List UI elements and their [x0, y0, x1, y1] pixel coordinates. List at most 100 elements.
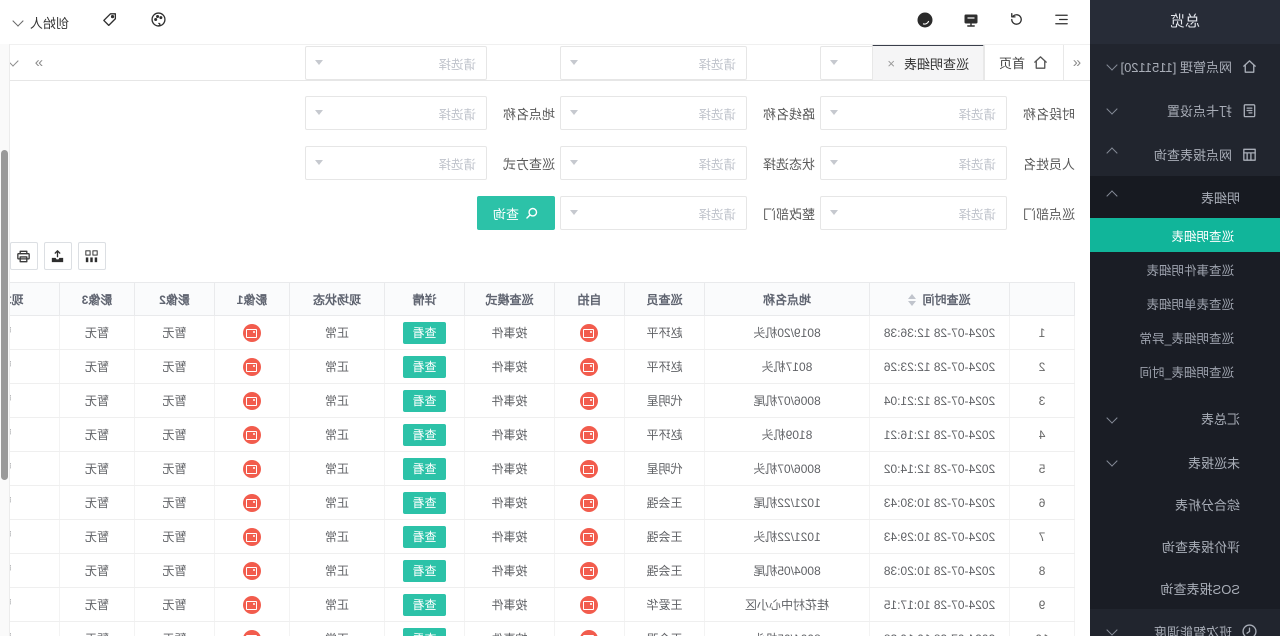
print-button[interactable] — [10, 242, 38, 270]
refresh-button[interactable] — [1008, 11, 1025, 33]
select-input[interactable]: 请选择 — [820, 96, 1007, 130]
image-badge-icon[interactable] — [581, 358, 599, 376]
sidebar-subitem-4[interactable]: 评价报表查询 — [1090, 525, 1280, 567]
sidebar-group-2[interactable]: 未巡报表 — [1090, 441, 1280, 483]
table-cell: 暂无 — [60, 452, 135, 486]
close-icon[interactable]: × — [887, 56, 895, 71]
table-cell: 8109机头 — [705, 418, 870, 452]
view-detail-button[interactable]: 查看 — [404, 458, 446, 480]
view-detail-button[interactable]: 查看 — [404, 356, 446, 378]
table-cell: 暂无 — [135, 588, 215, 622]
image-badge-icon[interactable] — [243, 630, 261, 636]
column-settings-button[interactable] — [78, 242, 106, 270]
sidebar-subitem-3[interactable]: 综合分析表 — [1090, 483, 1280, 525]
view-detail-button[interactable]: 查看 — [404, 594, 446, 616]
image-badge-icon[interactable] — [243, 358, 261, 376]
image-badge-icon[interactable] — [581, 596, 599, 614]
tag-button[interactable] — [101, 11, 118, 33]
sidebar-leaf-0-1[interactable]: 巡查事件明细表 — [1090, 252, 1280, 286]
table-cell: 查看 — [385, 316, 465, 350]
tab-home[interactable]: 首页 — [984, 44, 1064, 80]
sidebar-group-label: 未巡报表 — [1188, 453, 1240, 472]
table-cell: 按事件 — [465, 554, 555, 588]
table-cell: 暂无 — [60, 554, 135, 588]
view-detail-button[interactable]: 查看 — [404, 492, 446, 514]
table-cell: 2024-07-28 12:21:04 — [870, 384, 1010, 418]
image-badge-icon[interactable] — [243, 392, 261, 410]
field-label: 地点名称 — [487, 104, 555, 123]
image-badge-icon[interactable] — [243, 528, 261, 546]
view-detail-button[interactable]: 查看 — [404, 628, 446, 636]
palette-icon — [150, 11, 167, 28]
view-detail-button[interactable]: 查看 — [404, 526, 446, 548]
cell-img2: 暂无 — [163, 360, 187, 374]
content-scrollbar[interactable] — [0, 44, 10, 636]
image-badge-icon[interactable] — [243, 324, 261, 342]
tab-label: 巡查明细表 — [904, 54, 969, 73]
sidebar-subitem-5[interactable]: SOS报表查询 — [1090, 567, 1280, 609]
view-detail-button[interactable]: 查看 — [404, 560, 446, 582]
tabs-scroll-right-button[interactable]: » — [26, 44, 52, 80]
sidebar-leaf-0-0[interactable]: 巡查明细表 — [1090, 218, 1280, 252]
sidebar-group-1[interactable]: 汇总表 — [1090, 396, 1280, 441]
image-badge-icon[interactable] — [243, 562, 261, 580]
select-input[interactable]: 请选择 — [560, 146, 747, 180]
export-button[interactable] — [44, 242, 72, 270]
table-cell: 按事件 — [465, 350, 555, 384]
image-badge-icon[interactable] — [581, 392, 599, 410]
sidebar-subitem-label: SOS报表查询 — [1161, 579, 1240, 598]
table-cell: 查看 — [385, 418, 465, 452]
view-detail-button[interactable]: 查看 — [404, 322, 446, 344]
col-header-detail: 详情 — [385, 283, 465, 316]
tabs-scroll-left-button[interactable]: « — [1064, 44, 1090, 80]
image-badge-icon[interactable] — [581, 528, 599, 546]
view-detail-button[interactable]: 查看 — [404, 390, 446, 412]
clock-icon — [1241, 623, 1258, 636]
table-cell: 王会强 — [625, 554, 705, 588]
table-cell: 暂无 — [135, 418, 215, 452]
menu-fold-button[interactable] — [1053, 11, 1070, 33]
select-input[interactable]: 请选择 — [305, 96, 487, 130]
search-icon — [525, 206, 539, 220]
table-cell — [215, 452, 290, 486]
content-scrollbar-thumb[interactable] — [1, 150, 8, 480]
sidebar-group-0[interactable]: 明细表 — [1090, 176, 1280, 218]
sidebar-leaf-0-4[interactable]: 巡查明细表_时间 — [1090, 354, 1280, 388]
view-detail-button[interactable]: 查看 — [404, 424, 446, 446]
user-menu[interactable]: 创始人 — [14, 13, 69, 32]
table-cell: 暂无 — [60, 350, 135, 384]
select-input[interactable]: 请选择 — [820, 196, 1007, 230]
image-badge-icon[interactable] — [243, 596, 261, 614]
image-badge-icon[interactable] — [243, 494, 261, 512]
sidebar-leaf-0-3[interactable]: 巡查明细表_异常 — [1090, 320, 1280, 354]
select-input[interactable]: 请选择 — [305, 146, 487, 180]
table-cell: 暂无 — [60, 316, 135, 350]
sidebar-item-0[interactable]: 网点管理 [1151120] — [1090, 44, 1280, 88]
sidebar-item-2[interactable]: 网点报表查询 — [1090, 132, 1280, 176]
image-badge-icon[interactable] — [581, 494, 599, 512]
placeholder: 请选择 — [958, 204, 1006, 223]
moon-button[interactable] — [916, 11, 934, 34]
image-badge-icon[interactable] — [243, 460, 261, 478]
sort-icon[interactable] — [909, 294, 917, 306]
sidebar-item-3[interactable]: 班次智能调度 — [1090, 609, 1280, 636]
cell-status: 正常 — [325, 394, 349, 408]
image-badge-icon[interactable] — [581, 426, 599, 444]
table-cell: 8004/05机头 — [705, 622, 870, 636]
tab-patrol-detail[interactable]: 巡查明细表 × — [872, 44, 984, 80]
table-cell: 正常 — [290, 418, 385, 452]
cell-location: 1021/22机头 — [753, 530, 820, 544]
palette-button[interactable] — [150, 11, 167, 33]
image-badge-icon[interactable] — [581, 324, 599, 342]
select-input[interactable]: 请选择 — [820, 146, 1007, 180]
sidebar-item-1[interactable]: 打卡点设置 — [1090, 88, 1280, 132]
image-badge-icon[interactable] — [243, 426, 261, 444]
image-badge-icon[interactable] — [581, 460, 599, 478]
select-input[interactable]: 请选择 — [560, 96, 747, 130]
select-input[interactable]: 请选择 — [560, 196, 747, 230]
image-badge-icon[interactable] — [581, 562, 599, 580]
image-badge-icon[interactable] — [581, 630, 599, 636]
screen-button[interactable] — [962, 11, 980, 34]
search-button[interactable]: 查询 — [477, 196, 555, 230]
sidebar-leaf-0-2[interactable]: 巡查表单明细表 — [1090, 286, 1280, 320]
